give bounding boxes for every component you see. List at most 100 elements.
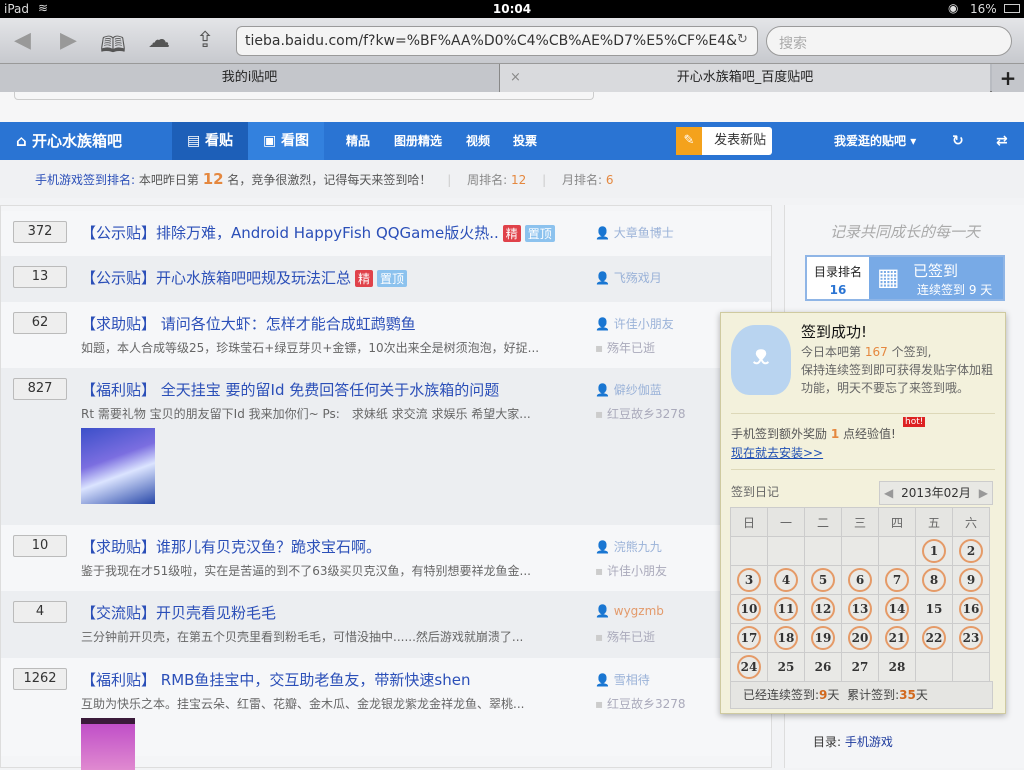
signed-day: 13	[848, 597, 872, 621]
tab-my-tieba[interactable]: 我的i贴吧	[0, 64, 500, 92]
calendar-week: 17 18 19 20 21 22 23	[730, 623, 990, 653]
new-post-button[interactable]: ✎ 发表新贴	[676, 127, 772, 155]
calendar-day: 4	[767, 565, 805, 595]
nav-albums[interactable]: 图册精选	[394, 122, 442, 160]
comment-icon: ▪	[595, 697, 607, 711]
unsigned-day: 15	[925, 602, 943, 616]
signed-day: 7	[885, 568, 909, 592]
signed-button[interactable]: ▦ 已签到 连续签到 9 天	[869, 257, 1003, 299]
back-icon[interactable]: ◀	[14, 28, 31, 53]
msg-text: 保持连续签到即可获得发贴字体加粗功能，明天不要忘了来签到哦。	[801, 363, 994, 395]
thread-author[interactable]: 👤 雪相待	[595, 671, 650, 688]
bookmarks-icon[interactable]: 🕮	[100, 28, 126, 66]
dir-link[interactable]: 手机游戏	[845, 735, 893, 749]
author-name[interactable]: 飞殇戏月	[614, 271, 662, 285]
author-name[interactable]: 大章鱼博士	[614, 226, 674, 240]
share-icon[interactable]: ⇪	[196, 28, 214, 53]
author-name[interactable]: 雪相待	[614, 673, 650, 687]
forum-home-link[interactable]: ⌂ 开心水族箱吧	[16, 122, 122, 160]
thread-title[interactable]: 【公示贴】排除万难，Android HappyFish QQGame版火热.. 精…	[81, 222, 555, 243]
rank-label[interactable]: 手机游戏签到排名:	[35, 173, 135, 187]
thread-title-text[interactable]: 【福利贴】 RMB鱼挂宝中，交互助老鱼友，带新快速shen	[81, 671, 470, 689]
thread-title[interactable]: 【求助贴】谁那儿有贝克汉鱼？跪求宝石啊。	[81, 536, 381, 557]
thread-title-text[interactable]: 【公示贴】开心水族箱吧吧规及玩法汇总	[81, 269, 351, 287]
last-replier-name[interactable]: 红豆故乡3278	[607, 407, 686, 421]
last-replier[interactable]: ▪ 许佳小朋友	[595, 562, 667, 579]
next-month-icon[interactable]: ▶	[979, 482, 988, 504]
tab-posts[interactable]: ▤ 看贴	[172, 122, 248, 160]
signed-day: 2	[959, 539, 983, 563]
thread-title[interactable]: 【福利贴】 全天挂宝 要的留Id 免费回答任何关于水族箱的问题	[81, 379, 499, 400]
thread-title-text[interactable]: 【求助贴】 请问各位大虾：怎样才能合成虹鹉鹦鱼	[81, 315, 416, 333]
thread-author[interactable]: 👤 许佳小朋友	[595, 315, 674, 332]
calendar-day: 19	[804, 623, 842, 653]
search-input[interactable]: 搜索	[766, 26, 1012, 56]
thread-title-text[interactable]: 【福利贴】 全天挂宝 要的留Id 免费回答任何关于水族箱的问题	[81, 381, 499, 399]
prev-month-icon[interactable]: ◀	[884, 482, 893, 504]
tab-label: 我的i贴吧	[221, 70, 278, 85]
calendar-day: 2	[952, 536, 990, 566]
nav-videos[interactable]: 视频	[466, 122, 490, 160]
thread-author[interactable]: 👤 wygzmb	[595, 604, 664, 618]
calendar-day: 12	[804, 594, 842, 624]
thread-image[interactable]	[81, 718, 135, 770]
author-name[interactable]: wygzmb	[614, 604, 664, 618]
author-name[interactable]: 僻纱伽蓝	[614, 383, 662, 397]
signed-day: 9	[959, 568, 983, 592]
calendar-day: 16	[952, 594, 990, 624]
last-replier[interactable]: ▪ 殇年已逝	[595, 339, 655, 356]
reload-icon[interactable]: ↻	[737, 32, 748, 47]
calendar-day: 5	[804, 565, 842, 595]
total-label: 累计签到:	[847, 688, 900, 702]
weekday-header: 六	[952, 507, 990, 537]
last-replier-name[interactable]: 殇年已逝	[607, 630, 655, 644]
last-replier-name[interactable]: 红豆故乡3278	[607, 697, 686, 711]
close-tab-icon[interactable]: ×	[510, 64, 521, 92]
last-replier-name[interactable]: 殇年已逝	[607, 341, 655, 355]
signed-day: 18	[774, 626, 798, 650]
last-replier[interactable]: ▪ 红豆故乡3278	[595, 695, 686, 712]
thread-author[interactable]: 👤 大章鱼博士	[595, 224, 674, 241]
install-link[interactable]: 现在就去安装>>	[731, 444, 823, 461]
last-replier[interactable]: ▪ 红豆故乡3278	[595, 405, 686, 422]
author-name[interactable]: 浣熊九九	[614, 540, 662, 554]
author-name[interactable]: 许佳小朋友	[614, 317, 674, 331]
forward-icon[interactable]: ▶	[60, 28, 77, 53]
nav-polls[interactable]: 投票	[513, 122, 537, 160]
last-replier-name[interactable]: 许佳小朋友	[607, 564, 667, 578]
refresh-icon[interactable]: ↻	[952, 122, 964, 160]
tab-pictures[interactable]: ▣ 看图	[248, 122, 324, 160]
thread-author[interactable]: 👤 飞殇戏月	[595, 269, 662, 286]
tab-forum[interactable]: × 开心水族箱吧_百度贴吧	[500, 64, 990, 92]
month-selector: ◀ 2013年02月 ▶	[879, 481, 993, 505]
pinned-badge: 置顶	[377, 270, 408, 287]
thread-title[interactable]: 【公示贴】开心水族箱吧吧规及玩法汇总精置顶	[81, 267, 408, 288]
diary-label: 签到日记	[731, 485, 780, 499]
calendar-day	[952, 652, 990, 682]
thread-title-text[interactable]: 【求助贴】谁那儿有贝克汉鱼？跪求宝石啊。	[81, 538, 381, 556]
signed-day: 12	[811, 597, 835, 621]
thread-title-text[interactable]: 【公示贴】排除万难，Android HappyFish QQGame版火热..	[81, 224, 499, 242]
new-tab-button[interactable]: +	[992, 64, 1024, 92]
thread-author[interactable]: 👤 僻纱伽蓝	[595, 381, 662, 398]
weekday-header: 二	[804, 507, 842, 537]
thread-title-text[interactable]: 【交流贴】开贝壳看见粉毛毛	[81, 604, 276, 622]
thread-title[interactable]: 【交流贴】开贝壳看见粉毛毛	[81, 602, 276, 623]
unit: 天	[915, 688, 928, 702]
thread-image[interactable]	[81, 428, 155, 504]
user-icon: 👤	[595, 673, 614, 687]
browser-toolbar: ◀ ▶ 🕮 ☁ ⇪ tieba.baidu.com/f?kw=%BF%AA%D0…	[0, 18, 1024, 64]
url-field[interactable]: tieba.baidu.com/f?kw=%BF%AA%D0%C4%CB%AE%…	[236, 26, 758, 56]
thread-title[interactable]: 【福利贴】 RMB鱼挂宝中，交互助老鱼友，带新快速shen	[81, 669, 470, 690]
nav-featured[interactable]: 精品	[346, 122, 370, 160]
last-replier[interactable]: ▪ 殇年已逝	[595, 628, 655, 645]
hot-badge: hot!	[903, 417, 926, 427]
switch-icon[interactable]: ⇄	[996, 122, 1008, 160]
thread-author[interactable]: 👤 浣熊九九	[595, 538, 662, 555]
msg-text: 个签到,	[891, 345, 932, 359]
thread-title[interactable]: 【求助贴】 请问各位大虾：怎样才能合成虹鹉鹦鱼	[81, 313, 416, 334]
divider	[731, 413, 995, 414]
favorites-dropdown[interactable]: 我爱逛的贴吧 ▾	[834, 122, 916, 160]
page-top	[0, 92, 1024, 122]
icloud-icon[interactable]: ☁	[148, 28, 170, 53]
